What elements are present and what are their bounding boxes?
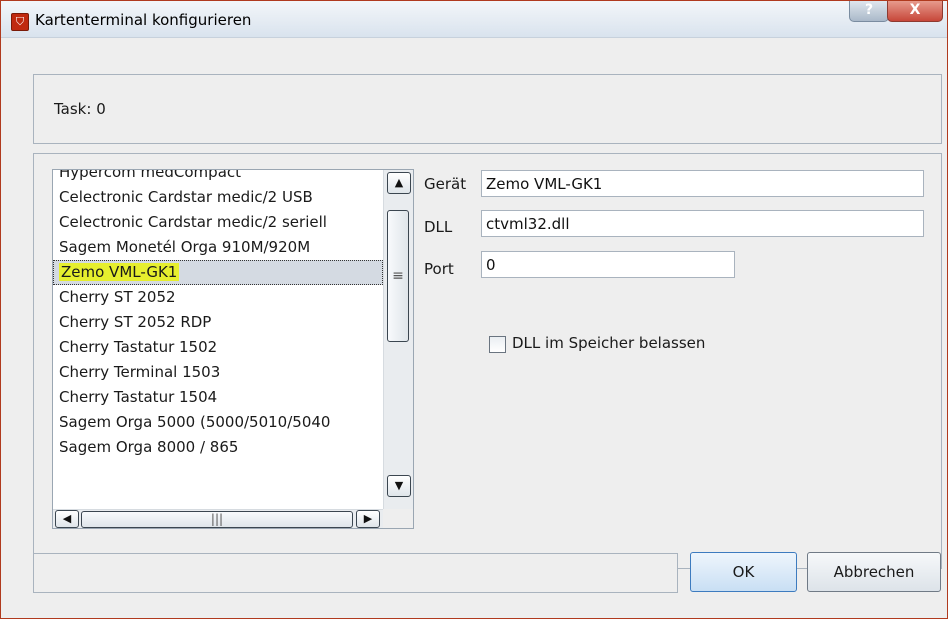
scroll-left-icon[interactable]: ◀ [55,510,79,528]
vertical-scroll-thumb[interactable]: ≡ [387,210,409,342]
dialog-window: ⛉ Kartenterminal konfigurieren ? X Task:… [0,0,948,619]
scroll-up-icon[interactable]: ▲ [387,172,411,194]
list-item-selected[interactable]: Zemo VML-GK1 [53,260,383,285]
list-item[interactable]: Cherry Tastatur 1502 [53,335,383,360]
device-list-items: Hypercom medCompact Celectronic Cardstar… [53,170,383,460]
dll-label: DLL [424,218,453,236]
list-item[interactable]: Celectronic Cardstar medic/2 seriell [53,210,383,235]
app-shield-icon: ⛉ [11,13,29,31]
list-item[interactable]: Cherry Tastatur 1504 [53,385,383,410]
scroll-corner [383,509,413,528]
list-item[interactable]: Cherry ST 2052 [53,285,383,310]
horizontal-scrollbar[interactable]: ◀ ||| ▶ [53,509,383,528]
vertical-scrollbar[interactable]: ▲ ≡ ▼ [383,170,413,509]
device-label: Gerät [424,175,467,193]
port-field[interactable]: 0 [481,251,735,278]
scroll-down-icon[interactable]: ▼ [387,475,411,497]
task-info: Task: 0 [54,100,106,118]
task-panel: Task: 0 [33,74,942,144]
task-label: Task: [54,100,92,118]
config-panel: Hypercom medCompact Celectronic Cardstar… [33,153,942,569]
list-item[interactable]: Cherry ST 2052 RDP [53,310,383,335]
device-list[interactable]: Hypercom medCompact Celectronic Cardstar… [52,169,414,529]
device-field[interactable]: Zemo VML-GK1 [481,170,924,197]
help-button[interactable]: ? [849,1,889,22]
task-value: 0 [96,100,106,118]
port-label: Port [424,260,454,278]
list-item[interactable]: Celectronic Cardstar medic/2 USB [53,185,383,210]
dialog-content: Task: 0 Hypercom medCompact Celectronic … [5,38,943,614]
cancel-button[interactable]: Abbrechen [807,552,941,592]
scroll-right-icon[interactable]: ▶ [356,510,380,528]
window-title: Kartenterminal konfigurieren [35,11,252,29]
ok-button[interactable]: OK [690,552,797,592]
status-bar [33,553,678,593]
list-item[interactable]: Sagem Orga 8000 / 865 [53,435,383,460]
title-bar: ⛉ Kartenterminal konfigurieren ? X [1,1,947,38]
list-item[interactable]: Hypercom medCompact [53,170,383,185]
keep-dll-label: DLL im Speicher belassen [512,334,706,352]
close-button[interactable]: X [887,1,943,22]
keep-dll-checkbox[interactable] [489,336,506,353]
list-item[interactable]: Cherry Terminal 1503 [53,360,383,385]
horizontal-scroll-thumb[interactable]: ||| [81,511,353,528]
dll-field[interactable]: ctvml32.dll [481,210,924,237]
list-item[interactable]: Sagem Monetél Orga 910M/920M [53,235,383,260]
list-item[interactable]: Sagem Orga 5000 (5000/5010/5040 [53,410,383,435]
